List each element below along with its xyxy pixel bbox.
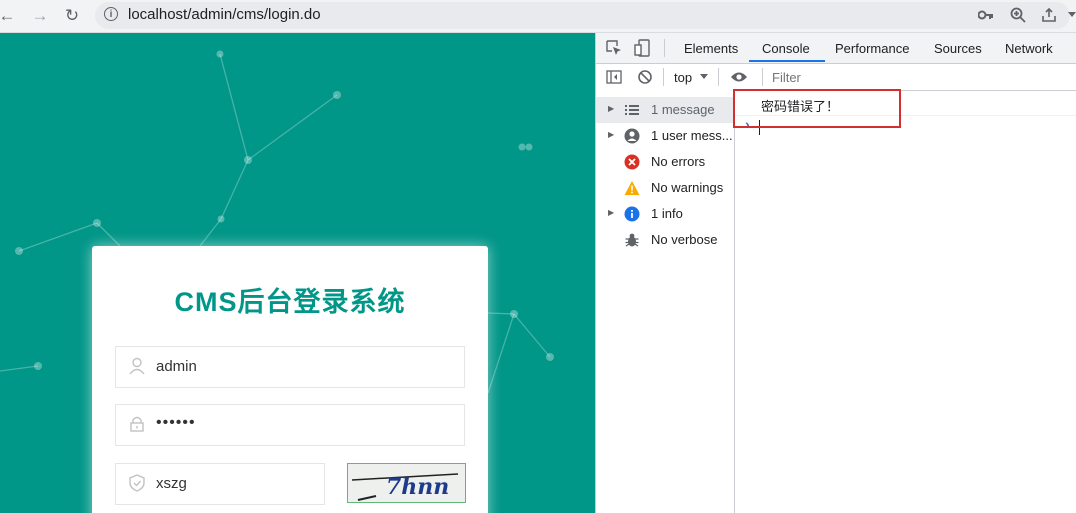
tab-elements[interactable]: Elements: [684, 41, 738, 56]
sidebar-item-label: No warnings: [651, 180, 724, 195]
context-selector[interactable]: top: [674, 70, 692, 85]
filter-input[interactable]: [768, 67, 1076, 87]
highlight-box: [733, 89, 901, 128]
devtools-panel: Elements Console Performance Sources Net…: [595, 33, 1076, 513]
sidebar-item-label: 1 info: [651, 206, 683, 221]
key-icon[interactable]: [978, 9, 994, 21]
toolbar-divider: [718, 68, 719, 86]
bug-icon: [625, 233, 639, 247]
inspect-element-icon[interactable]: [606, 40, 622, 56]
share-icon[interactable]: [1041, 7, 1057, 23]
info-icon[interactable]: i: [104, 7, 118, 21]
login-card: CMS后台登录系统 admin •••••• xszg 7hnn: [92, 246, 488, 513]
sidebar-item-user-messages[interactable]: ▶ 1 user mess...: [596, 123, 734, 149]
tab-performance[interactable]: Performance: [835, 41, 909, 56]
lock-icon: [130, 416, 144, 432]
user-icon: [624, 128, 640, 144]
device-toggle-icon[interactable]: [634, 39, 650, 57]
list-icon: [625, 105, 639, 115]
tab-sources[interactable]: Sources: [934, 41, 982, 56]
sidebar-item-info[interactable]: ▶ 1 info: [596, 201, 734, 227]
toolbar-divider: [663, 68, 664, 86]
sidebar-item-label: No errors: [651, 154, 706, 169]
console-output[interactable]: 密码错误了！ ›: [735, 90, 1076, 513]
captcha-field[interactable]: xszg: [115, 463, 325, 505]
sidebar-item-errors[interactable]: No errors: [596, 149, 734, 175]
toolbar-divider: [762, 68, 763, 86]
login-title: CMS后台登录系统: [174, 287, 406, 317]
dropdown-arrow-icon[interactable]: [700, 74, 708, 80]
expand-triangle-icon[interactable]: ▶: [608, 130, 614, 139]
active-tab-indicator: [749, 60, 825, 62]
forward-arrow-icon[interactable]: →: [28, 4, 52, 28]
captcha-value: xszg: [156, 475, 187, 492]
sidebar-item-label: No verbose: [651, 232, 718, 247]
expand-triangle-icon[interactable]: ▶: [608, 208, 614, 217]
reload-icon[interactable]: ↻: [60, 4, 84, 28]
clear-console-icon[interactable]: [637, 69, 653, 85]
warning-icon: [624, 181, 640, 195]
back-arrow-icon[interactable]: ←: [0, 4, 19, 28]
sidebar-item-warnings[interactable]: No warnings: [596, 175, 734, 201]
tab-network[interactable]: Network: [1005, 41, 1053, 56]
password-value: ••••••: [156, 414, 196, 431]
devtools-tab-bar: Elements Console Performance Sources Net…: [596, 33, 1076, 64]
tab-divider: [664, 39, 665, 57]
captcha-text: 7hnn: [386, 474, 449, 500]
sidebar-item-label: 1 message: [651, 102, 715, 117]
sidebar-item-label: 1 user mess...: [651, 128, 733, 143]
login-page: CMS后台登录系统 admin •••••• xszg 7hnn: [0, 33, 595, 513]
eye-icon[interactable]: [730, 71, 748, 83]
zoom-icon[interactable]: [1010, 7, 1026, 23]
password-field[interactable]: ••••••: [115, 404, 465, 446]
watermark: @稀土掘金技术社区: [898, 481, 1056, 500]
username-value: admin: [156, 358, 197, 375]
browser-toolbar: ← → ↻ i localhost/admin/cms/login.do: [0, 0, 1076, 33]
console-toolbar: top: [596, 64, 1076, 91]
user-icon: [129, 357, 145, 375]
tab-console[interactable]: Console: [762, 41, 810, 56]
sidebar-item-verbose[interactable]: No verbose: [596, 227, 734, 253]
url-text[interactable]: localhost/admin/cms/login.do: [128, 6, 321, 23]
error-icon: [624, 154, 640, 170]
sidebar-item-messages[interactable]: ▶ 1 message: [596, 97, 734, 123]
console-sidebar: ▶ 1 message ▶ 1 user mess... No errors N…: [596, 90, 735, 513]
shield-icon: [129, 474, 145, 492]
info-icon: [624, 206, 640, 222]
expand-triangle-icon[interactable]: ▶: [608, 104, 614, 113]
captcha-image[interactable]: 7hnn: [347, 463, 466, 503]
sidebar-toggle-icon[interactable]: [606, 70, 622, 84]
chevron-icon[interactable]: [1068, 12, 1076, 18]
username-field[interactable]: admin: [115, 346, 465, 388]
